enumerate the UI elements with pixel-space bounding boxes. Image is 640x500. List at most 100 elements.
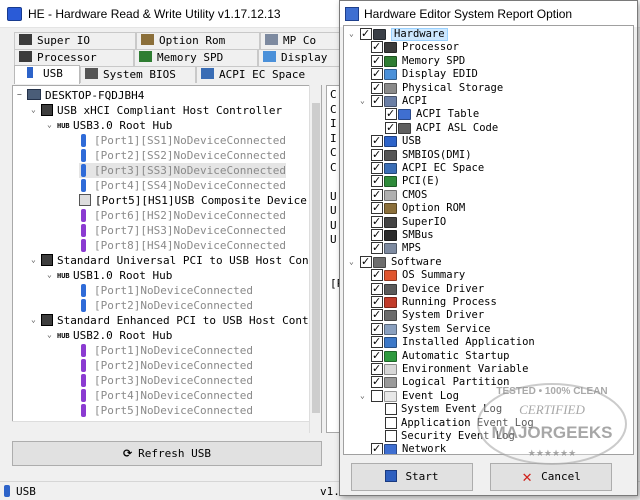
start-button[interactable]: Start [351, 463, 473, 491]
tree-node[interactable]: ⌄ Standard Enhanced PCI to USB Host Contr… [31, 313, 321, 328]
option-application-event-log[interactable]: Application Event Log [344, 416, 633, 430]
option-superio[interactable]: SuperIO [344, 215, 633, 229]
option-cmos[interactable]: CMOS [344, 188, 633, 202]
expand-toggle-icon[interactable]: − [17, 91, 25, 99]
option-automatic-startup[interactable]: Automatic Startup [344, 349, 633, 363]
option-hardware[interactable]: ⌄ Hardware [344, 27, 633, 41]
tree-node[interactable]: ⌄ HUB USB2.0 Root Hub [47, 328, 172, 343]
checkbox[interactable] [371, 389, 383, 402]
tree-node[interactable]: [Port5]NoDeviceConnected [79, 403, 253, 418]
option-acpi-asl-code[interactable]: ACPI ASL Code [344, 121, 633, 135]
tree-node[interactable]: [Port1]NoDeviceConnected [79, 343, 253, 358]
tree-node[interactable]: − DESKTOP-FQDJBH4 [17, 88, 144, 103]
checkbox[interactable] [385, 121, 397, 134]
option-environment-variable[interactable]: Environment Variable [344, 362, 633, 376]
checkbox[interactable] [371, 40, 383, 54]
option-acpi-table[interactable]: ACPI Table [344, 107, 633, 121]
expand-toggle-icon[interactable]: ⌄ [349, 30, 357, 38]
tab-system-bios[interactable]: System BIOS [80, 66, 196, 83]
tree-node[interactable]: ⌄ HUB USB1.0 Root Hub [47, 268, 172, 283]
expand-toggle-icon[interactable]: ⌄ [47, 331, 55, 339]
tree-node[interactable]: [Port2][SS2]NoDeviceConnected [79, 148, 286, 163]
checkbox[interactable] [371, 322, 383, 335]
option-memory-spd[interactable]: Memory SPD [344, 54, 633, 68]
scrollbar-thumb[interactable] [312, 103, 320, 413]
expand-toggle-icon[interactable]: ⌄ [47, 271, 55, 279]
option-os-summary[interactable]: OS Summary [344, 268, 633, 282]
checkbox[interactable] [371, 54, 383, 67]
checkbox[interactable] [371, 362, 383, 375]
option-processor[interactable]: Processor [344, 40, 633, 54]
tab-acpi-ec-space[interactable]: ACPI EC Space [196, 66, 340, 83]
option-installed-application[interactable]: Installed Application [344, 335, 633, 349]
refresh-usb-button[interactable]: ⟳ Refresh USB [12, 441, 322, 466]
tab-processor[interactable]: Processor [14, 49, 134, 66]
option-smbus[interactable]: SMBus [344, 228, 633, 242]
checkbox[interactable] [371, 67, 383, 81]
tab-display[interactable]: Display [258, 49, 340, 66]
tab-option-rom[interactable]: Option Rom [136, 32, 260, 49]
checkbox[interactable] [371, 268, 383, 282]
tree-node[interactable]: [Port4][SS4]NoDeviceConnected [79, 178, 286, 193]
tree-node[interactable]: [Port5][HS1]USB Composite Device(VMw [79, 193, 321, 208]
option-running-process[interactable]: Running Process [344, 295, 633, 309]
expand-toggle-icon[interactable]: ⌄ [349, 257, 357, 266]
option-security-event-log[interactable]: Security Event Log [344, 430, 633, 443]
tree-horizontal-scrollbar[interactable] [12, 421, 309, 433]
cancel-button[interactable]: ✕ Cancel [490, 463, 612, 491]
option-physical-storage[interactable]: Physical Storage [344, 81, 633, 95]
report-options-tree[interactable]: ⌄ HardwareProcessorMemory SPDDisplay EDID… [343, 25, 634, 455]
expand-toggle-icon[interactable]: ⌄ [31, 256, 39, 264]
expand-toggle-icon[interactable]: ⌄ [47, 121, 55, 129]
checkbox[interactable] [371, 188, 383, 201]
tree-node[interactable]: [Port4]NoDeviceConnected [79, 388, 253, 403]
option-system-driver[interactable]: System Driver [344, 308, 633, 322]
expand-toggle-icon[interactable]: ⌄ [31, 316, 39, 324]
checkbox[interactable] [371, 295, 383, 308]
option-event-log[interactable]: ⌄ Event Log [344, 389, 633, 403]
expand-toggle-icon[interactable]: ⌄ [360, 97, 368, 105]
tree-node[interactable]: ⌄ USB xHCI Compliant Host Controller [31, 103, 282, 118]
tab-super-io[interactable]: Super IO [14, 32, 136, 49]
checkbox[interactable] [371, 335, 383, 349]
tree-node[interactable]: [Port1]NoDeviceConnected [79, 283, 253, 298]
tree-node[interactable]: [Port6][HS2]NoDeviceConnected [79, 208, 286, 223]
checkbox[interactable] [371, 201, 383, 215]
tree-node[interactable]: [Port2]NoDeviceConnected [79, 298, 253, 313]
checkbox[interactable] [360, 255, 372, 268]
tab-mp-config[interactable]: MP Co [260, 32, 340, 49]
tab-memory-spd[interactable]: Memory SPD [134, 49, 258, 66]
tree-node[interactable]: [Port8][HS4]NoDeviceConnected [79, 238, 286, 253]
option-acpi[interactable]: ⌄ ACPI [344, 94, 633, 108]
checkbox[interactable] [360, 27, 372, 40]
option-pci-e[interactable]: PCI(E) [344, 174, 633, 188]
expand-toggle-icon[interactable]: ⌄ [360, 391, 368, 400]
usb-device-tree[interactable]: − DESKTOP-FQDJBH4 ⌄ USB xHCI Compliant Host… [12, 85, 322, 433]
checkbox[interactable] [371, 349, 383, 362]
checkbox[interactable] [385, 430, 397, 442]
checkbox[interactable] [371, 94, 383, 107]
expand-toggle-icon[interactable]: ⌄ [31, 106, 39, 114]
checkbox[interactable] [371, 81, 383, 94]
option-system-event-log[interactable]: System Event Log [344, 403, 633, 416]
checkbox[interactable] [371, 161, 383, 174]
tree-node[interactable]: ⌄ HUB USB3.0 Root Hub [47, 118, 172, 133]
checkbox[interactable] [371, 442, 383, 454]
option-smbios-dmi[interactable]: SMBIOS(DMI) [344, 148, 633, 162]
tree-node[interactable]: [Port3][SS3]NoDeviceConnected [79, 163, 287, 178]
option-option-rom[interactable]: Option ROM [344, 201, 633, 215]
option-usb[interactable]: USB [344, 134, 633, 148]
tree-vertical-scrollbar[interactable] [309, 85, 321, 433]
checkbox[interactable] [371, 241, 383, 255]
checkbox[interactable] [371, 308, 383, 322]
checkbox[interactable] [385, 107, 397, 121]
option-network[interactable]: Network [344, 442, 633, 454]
option-display-edid[interactable]: Display EDID [344, 67, 633, 81]
tab-usb[interactable]: USB [14, 65, 80, 84]
checkbox[interactable] [385, 403, 397, 416]
checkbox[interactable] [371, 375, 383, 389]
option-mps[interactable]: MPS [344, 241, 633, 255]
tree-node[interactable]: [Port1][SS1]NoDeviceConnected [79, 133, 286, 148]
tree-node[interactable]: ⌄ Standard Universal PCI to USB Host Cont… [31, 253, 321, 268]
option-system-service[interactable]: System Service [344, 322, 633, 336]
